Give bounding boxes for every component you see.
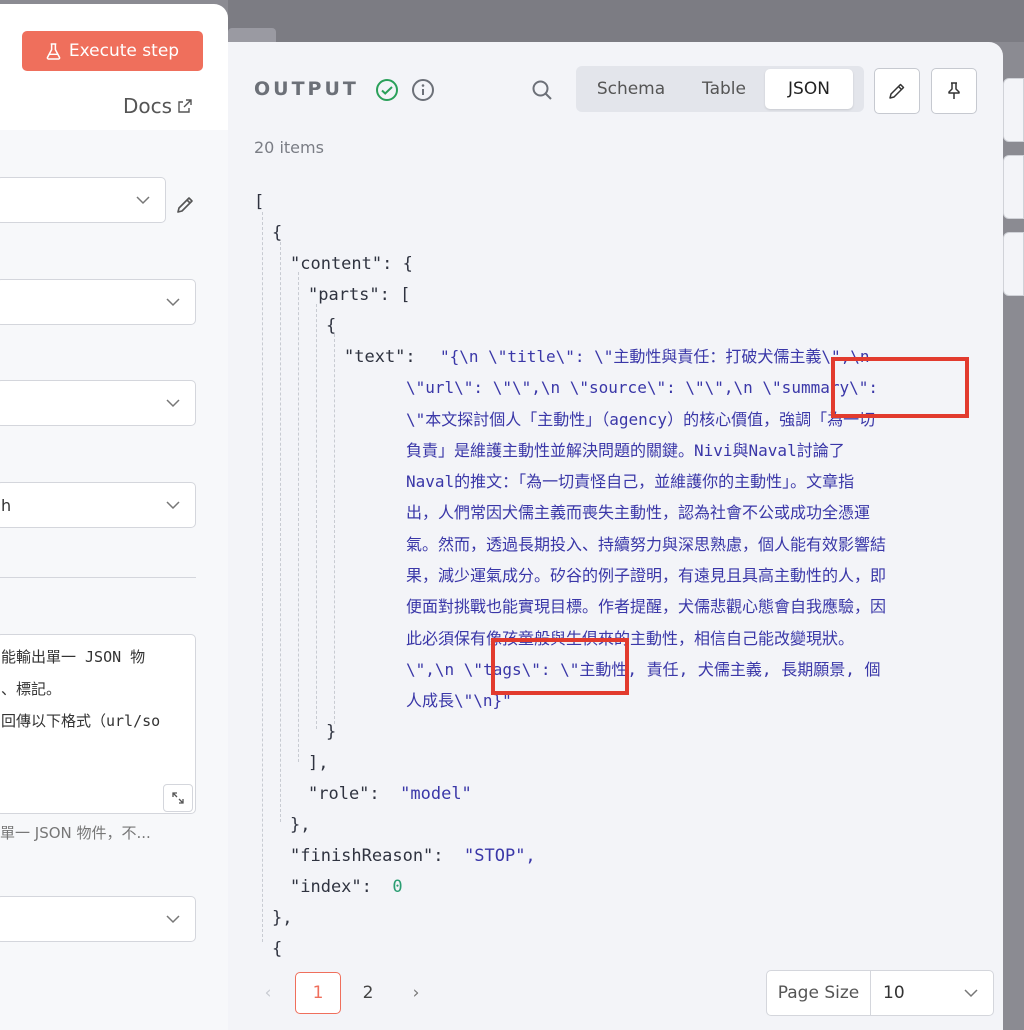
json-line: { (272, 939, 283, 959)
text-value-line: 便面對挑戰也能實現目標。作者提醒，犬儒悲觀心態會自我應驗，因 (406, 597, 887, 617)
output-title: OUTPUT (254, 78, 359, 100)
divider (0, 577, 196, 578)
textarea-line: 能輸出單一 JSON 物 (1, 648, 146, 666)
text-value-line: 負責」是維護主動性並解決問題的關鍵。Nivi與Naval討論了 (406, 440, 845, 460)
json-line: "content": { (290, 254, 413, 274)
background-tab (228, 28, 276, 42)
side-card-stub (1003, 155, 1024, 219)
side-card-stub (1003, 232, 1024, 296)
json-string: "STOP", (464, 846, 536, 866)
chevron-down-icon (166, 915, 180, 924)
output-panel: OUTPUT Schema Table JSON 20 items [ { "c… (228, 42, 1003, 1030)
json-line: "role": "model" (308, 779, 472, 810)
tab-schema[interactable]: Schema (579, 69, 683, 109)
indent-guide (334, 334, 335, 724)
option-select[interactable] (0, 896, 196, 942)
textarea-line: 回傳以下格式（url/so (1, 712, 161, 730)
resource-select[interactable] (0, 279, 196, 325)
search-icon[interactable] (530, 78, 554, 102)
json-line: "index": 0 (290, 872, 403, 903)
next-page-button[interactable]: › (406, 972, 426, 1014)
prev-page-button[interactable]: ‹ (258, 972, 278, 1014)
flask-icon (46, 42, 61, 60)
chevron-down-icon (166, 399, 180, 408)
side-card-stub (1003, 78, 1024, 142)
operation-select[interactable] (0, 380, 196, 426)
json-line: "finishReason": "STOP", (290, 841, 536, 872)
credential-select[interactable] (0, 177, 166, 223)
execute-step-label: Execute step (68, 41, 180, 61)
json-line: }, (272, 908, 293, 928)
chevron-down-icon (136, 196, 150, 205)
summary-highlight-box (831, 357, 969, 418)
indent-guide (280, 242, 281, 822)
json-line: ], (308, 753, 329, 773)
edit-output-button[interactable] (874, 68, 920, 114)
json-line: { (272, 223, 283, 243)
pin-output-button[interactable] (931, 68, 977, 114)
model-select[interactable]: h (0, 482, 196, 528)
text-value-line: 出，人們常因犬儒主義而喪失主動性，認為社會不公或成功全憑運 (406, 503, 871, 523)
expand-editor-button[interactable] (163, 784, 193, 812)
pin-icon (948, 82, 960, 99)
node-parameters-panel: Execute step Docs h 能輸出單一 JSON 物、標記。回傳以下… (0, 4, 228, 1030)
json-line: }, (290, 815, 311, 835)
chevron-down-icon (166, 501, 180, 510)
indent-guide (298, 272, 299, 762)
chevron-down-icon (964, 989, 978, 998)
page-2-button[interactable]: 2 (348, 972, 388, 1014)
model-select-value: h (1, 495, 12, 515)
field-hint: 單一 JSON 物件，不... (0, 824, 151, 842)
json-key: "role": (308, 784, 380, 804)
json-line: "parts": [ (308, 285, 411, 305)
execute-step-button[interactable]: Execute step (22, 31, 203, 71)
docs-link[interactable]: Docs (123, 94, 192, 118)
text-value-line: Naval的推文：「為一切責怪自己，並維護你的主動性」。文章指 (406, 472, 855, 492)
page-size-value: 10 (883, 983, 905, 1003)
items-count: 20 items (254, 138, 324, 157)
indent-guide (262, 212, 263, 942)
json-key: "finishReason": (290, 846, 444, 866)
page-size-label: Page Size (767, 971, 871, 1015)
text-value-line: 氣。然而，透過長期投入、持續努力與深思熟慮，個人能有效影響結 (406, 534, 887, 554)
tags-highlight-box (491, 638, 629, 695)
docs-label: Docs (123, 94, 173, 118)
expand-icon (172, 792, 184, 804)
page-size-select[interactable]: Page Size 10 (766, 970, 994, 1016)
json-number: 0 (392, 877, 403, 897)
external-link-icon (178, 99, 192, 113)
parameters-body (0, 130, 228, 1030)
check-circle-icon (376, 79, 398, 101)
text-value-line: 果，減少運氣成分。矽谷的例子證明，有遠見且具高主動性的人，即 (406, 566, 887, 586)
indent-guide (316, 304, 317, 729)
json-key: "index": (290, 877, 372, 897)
background-canvas (228, 0, 1024, 42)
json-line: { (326, 316, 337, 336)
tab-json[interactable]: JSON (765, 69, 853, 109)
chevron-down-icon (166, 298, 180, 307)
json-line: } (326, 722, 337, 742)
edit-credential-icon[interactable] (174, 194, 196, 216)
info-icon[interactable] (411, 78, 435, 102)
json-line: [ (254, 192, 265, 212)
json-key: "text": (344, 347, 416, 367)
view-mode-switch: Schema Table JSON (576, 66, 864, 112)
page-1-button[interactable]: 1 (295, 972, 341, 1014)
json-string: "model" (400, 784, 472, 804)
pencil-icon (889, 83, 905, 99)
tab-table[interactable]: Table (683, 69, 765, 109)
textarea-line: 、標記。 (1, 680, 62, 698)
